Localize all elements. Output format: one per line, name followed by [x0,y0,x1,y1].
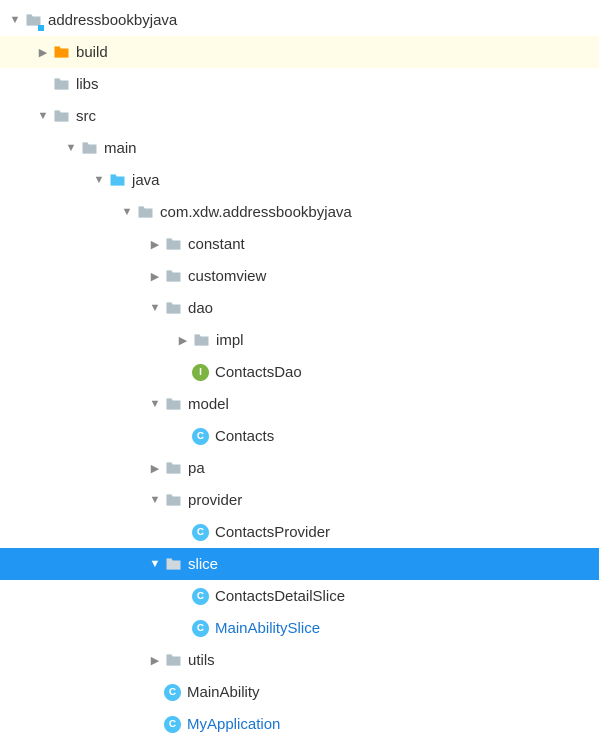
tree-item-label: libs [76,76,99,93]
expand-icon[interactable]: ▼ [146,398,164,410]
tree-item-label: constant [188,236,245,253]
tree-item-contactsdao[interactable]: ▶IContactsDao [0,356,599,388]
tree-item-pa[interactable]: ▶ pa [0,452,599,484]
project-tree[interactable]: ▼addressbookbyjava▶build▶libs▼src▼main▼j… [0,0,599,740]
expand-icon[interactable]: ▼ [118,206,136,218]
tree-item-label: ContactsDetailSlice [215,588,345,605]
folder-icon [52,75,70,93]
tree-item-mainabilityslice[interactable]: ▶CMainAbilitySlice [0,612,599,644]
folder-icon [136,203,154,221]
folder-icon [108,171,126,189]
class-icon: C [164,716,181,733]
tree-item-label: addressbookbyjava [48,12,177,29]
interface-icon: I [192,364,209,381]
tree-item-utils[interactable]: ▶ utils [0,644,599,676]
collapse-icon[interactable]: ▶ [146,238,164,251]
tree-item-label: customview [188,268,266,285]
collapse-icon[interactable]: ▶ [34,46,52,59]
folder-icon [24,11,42,29]
class-icon: C [192,524,209,541]
tree-item-contacts[interactable]: ▶CContacts [0,420,599,452]
tree-item-build[interactable]: ▶ build [0,36,599,68]
tree-item-contactsprovider[interactable]: ▶CContactsProvider [0,516,599,548]
tree-item-label: provider [188,492,242,509]
collapse-icon[interactable]: ▶ [146,462,164,475]
tree-item-dao[interactable]: ▼ dao [0,292,599,324]
folder-icon [164,235,182,253]
class-icon: C [192,428,209,445]
tree-item-pkg[interactable]: ▼ com.xdw.addressbookbyjava [0,196,599,228]
folder-icon [164,651,182,669]
tree-item-model[interactable]: ▼ model [0,388,599,420]
tree-item-label: MainAbility [187,684,260,701]
collapse-icon[interactable]: ▶ [146,654,164,667]
expand-icon[interactable]: ▼ [62,142,80,154]
tree-item-label: ContactsDao [215,364,302,381]
tree-item-mainability[interactable]: ▶CMainAbility [0,676,599,708]
tree-item-label: com.xdw.addressbookbyjava [160,204,352,221]
folder-icon [164,459,182,477]
expand-icon[interactable]: ▼ [146,494,164,506]
tree-item-label: dao [188,300,213,317]
tree-item-label: src [76,108,96,125]
tree-item-label: pa [188,460,205,477]
folder-icon [164,267,182,285]
tree-item-label: Contacts [215,428,274,445]
tree-item-label: slice [188,556,218,573]
class-icon: C [192,588,209,605]
folder-icon [164,395,182,413]
folder-icon [164,555,182,573]
tree-item-label: MyApplication [187,716,280,733]
tree-item-label: impl [216,332,244,349]
tree-item-contactsdetailslice[interactable]: ▶CContactsDetailSlice [0,580,599,612]
folder-icon [164,491,182,509]
tree-item-label: ContactsProvider [215,524,330,541]
class-icon: C [164,684,181,701]
expand-icon[interactable]: ▼ [146,302,164,314]
folder-icon [80,139,98,157]
tree-item-label: main [104,140,137,157]
tree-item-label: build [76,44,108,61]
expand-icon[interactable]: ▼ [6,14,24,26]
collapse-icon[interactable]: ▶ [146,270,164,283]
expand-icon[interactable]: ▼ [146,558,164,570]
expand-icon[interactable]: ▼ [90,174,108,186]
tree-item-src[interactable]: ▼ src [0,100,599,132]
tree-item-label: java [132,172,160,189]
module-badge-icon [38,25,44,31]
expand-icon[interactable]: ▼ [34,110,52,122]
class-icon: C [192,620,209,637]
tree-item-slice[interactable]: ▼ slice [0,548,599,580]
tree-item-java[interactable]: ▼ java [0,164,599,196]
collapse-icon[interactable]: ▶ [174,334,192,347]
tree-item-provider[interactable]: ▼ provider [0,484,599,516]
folder-icon [164,299,182,317]
tree-item-impl[interactable]: ▶ impl [0,324,599,356]
tree-item-libs[interactable]: ▶libs [0,68,599,100]
tree-item-label: MainAbilitySlice [215,620,320,637]
tree-item-constant[interactable]: ▶ constant [0,228,599,260]
tree-item-label: utils [188,652,215,669]
folder-icon [52,107,70,125]
folder-icon [192,331,210,349]
tree-item-addressbookbyjava[interactable]: ▼ addressbookbyjava [0,4,599,36]
tree-item-main[interactable]: ▼ main [0,132,599,164]
folder-icon [52,43,70,61]
tree-item-label: model [188,396,229,413]
tree-item-myapplication[interactable]: ▶CMyApplication [0,708,599,740]
tree-item-customview[interactable]: ▶ customview [0,260,599,292]
